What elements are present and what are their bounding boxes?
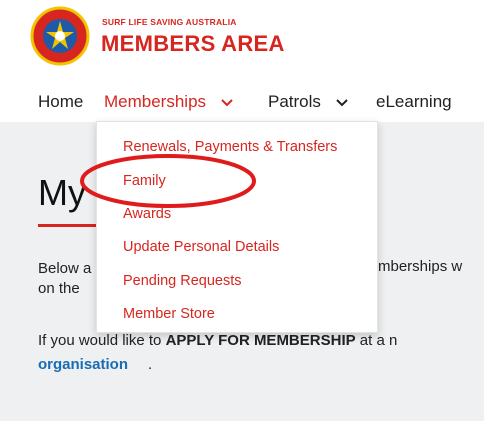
- nav-item-elearning[interactable]: eLearning: [376, 92, 452, 112]
- chevron-down-icon: [335, 95, 348, 110]
- intro-text-line2: on the: [38, 280, 80, 297]
- intro-text-right: mberships w: [378, 258, 463, 275]
- apply-text-suffix: at a n: [355, 332, 398, 349]
- intro-text-line1: Below a: [38, 260, 92, 277]
- apply-text-prefix: If you would like to: [38, 332, 166, 349]
- nav-item-label: Patrols: [268, 92, 321, 111]
- apply-text-bold: APPLY FOR MEMBERSHIP: [165, 332, 356, 349]
- nav-item-home[interactable]: Home: [38, 92, 83, 112]
- brand-title[interactable]: MEMBERS AREA: [101, 31, 285, 57]
- nav-item-memberships[interactable]: Memberships: [104, 92, 233, 112]
- menu-item-member-store[interactable]: Member Store: [123, 306, 215, 322]
- menu-item-update-personal-details[interactable]: Update Personal Details: [123, 239, 279, 255]
- apply-text-end: .: [148, 356, 153, 373]
- header: SURF LIFE SAVING AUSTRALIA MEMBERS AREA: [0, 0, 484, 80]
- main-nav: Home Memberships Patrols eLearning: [0, 84, 484, 123]
- nav-item-label: Home: [38, 92, 84, 111]
- apply-text: If you would like to APPLY FOR MEMBERSHI…: [38, 332, 397, 349]
- nav-item-label: Memberships: [104, 92, 207, 111]
- menu-item-pending-requests[interactable]: Pending Requests: [123, 273, 242, 289]
- organisation-link[interactable]: organisation: [38, 356, 128, 373]
- highlight-circle-annotation: [80, 154, 256, 208]
- surf-life-saving-logo[interactable]: [30, 6, 90, 66]
- nav-item-patrols[interactable]: Patrols: [268, 92, 348, 112]
- nav-item-label: eLearning: [376, 92, 452, 111]
- brand-tagline: SURF LIFE SAVING AUSTRALIA: [102, 17, 237, 27]
- chevron-down-icon: [221, 95, 233, 110]
